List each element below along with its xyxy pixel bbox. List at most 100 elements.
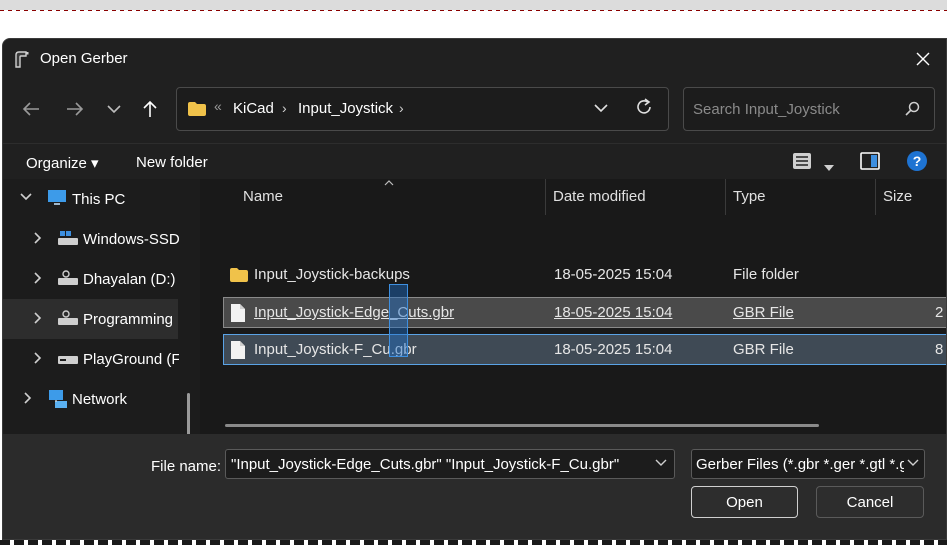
preview-pane-icon	[860, 152, 880, 170]
monitor-icon	[48, 190, 66, 205]
chevron-right-icon[interactable]	[33, 312, 43, 324]
search-placeholder[interactable]: Search Input_Joystick	[693, 101, 840, 118]
open-button[interactable]: Open	[691, 486, 798, 518]
up-button[interactable]	[134, 93, 166, 125]
app-icon	[15, 51, 29, 68]
refresh-button[interactable]	[635, 98, 653, 120]
back-button[interactable]	[15, 93, 47, 125]
sidebar-item-network[interactable]: Network	[3, 379, 178, 419]
file-name-combobox[interactable]: "Input_Joystick-Edge_Cuts.gbr" "Input_Jo…	[225, 449, 675, 479]
sidebar-item-windows-ssd[interactable]: Windows-SSD	[3, 219, 180, 259]
cancel-button[interactable]: Cancel	[816, 486, 924, 518]
file-type: GBR File	[733, 341, 794, 358]
address-history-button[interactable]	[594, 100, 608, 117]
column-header-name[interactable]: Name	[235, 179, 546, 215]
chevron-right-icon[interactable]	[33, 232, 43, 244]
file-date: 18-05-2025 15:04	[554, 304, 673, 321]
table-row-selected[interactable]: Input_Joystick-Edge_Cuts.gbr 18-05-2025 …	[223, 297, 946, 328]
chevron-down-icon[interactable]	[655, 459, 667, 467]
file-date: 18-05-2025 15:04	[554, 266, 673, 283]
folder-icon	[230, 268, 248, 282]
sidebar-item-playground-drive[interactable]: PlayGround (F:	[3, 339, 179, 379]
navigation-pane: This PC Windows-SSD Dhayalan (D:) Progra…	[3, 179, 200, 443]
chevron-down-icon	[907, 459, 919, 466]
change-view-button[interactable]	[792, 152, 812, 174]
breadcrumb-kicad[interactable]: KiCad	[233, 100, 274, 117]
file-size: 2	[935, 304, 944, 321]
organize-menu[interactable]: Organize ▾	[26, 154, 99, 172]
file-name: Input_Joystick-Edge_Cuts.gbr	[254, 304, 455, 321]
sidebar-item-dhayalan-drive[interactable]: Dhayalan (D:)	[3, 259, 178, 299]
svg-text:?: ?	[913, 153, 922, 169]
chevron-right-icon[interactable]	[33, 272, 43, 284]
title-bar: Open Gerber	[3, 39, 946, 79]
chevron-right-icon[interactable]	[33, 352, 43, 364]
breadcrumb-overflow[interactable]: «	[214, 98, 222, 114]
forward-button[interactable]	[59, 93, 91, 125]
table-row[interactable]: Input_Joystick-backups 18-05-2025 15:04 …	[223, 260, 946, 291]
command-bar: Organize ▾ New folder ?	[3, 143, 946, 179]
file-name: Input_Joystick-backups	[254, 266, 410, 283]
caret-down-icon	[824, 165, 834, 171]
column-header-label: Type	[733, 188, 766, 205]
sidebar-item-label: Network	[72, 391, 128, 408]
file-icon	[231, 304, 245, 322]
sidebar-item-this-pc[interactable]: This PC	[3, 179, 178, 219]
chevron-down-icon	[107, 105, 121, 114]
preview-pane-button[interactable]	[860, 152, 880, 174]
arrow-right-icon	[67, 102, 84, 116]
open-button-label: Open	[726, 494, 763, 511]
dialog-footer: File name: "Input_Joystick-Edge_Cuts.gbr…	[3, 434, 946, 539]
refresh-icon	[637, 98, 651, 114]
close-button[interactable]	[908, 45, 938, 73]
drag-selection-rectangle	[389, 284, 408, 357]
file-name-input[interactable]: "Input_Joystick-Edge_Cuts.gbr" "Input_Jo…	[231, 456, 651, 473]
cancel-button-label: Cancel	[846, 494, 894, 511]
column-header-label: Date modified	[553, 188, 646, 205]
breadcrumb-separator[interactable]: ›	[399, 100, 404, 116]
file-type-select[interactable]: Gerber Files (*.gbr *.ger *.gtl *.g	[691, 449, 925, 479]
help-icon: ?	[907, 151, 927, 171]
file-date: 18-05-2025 15:04	[554, 341, 673, 358]
chevron-right-icon[interactable]	[23, 392, 33, 404]
navigation-bar: « KiCad › Input_Joystick › Search Input_…	[3, 85, 946, 133]
file-size: 8	[935, 341, 944, 358]
sidebar-item-label: Windows-SSD	[83, 231, 180, 248]
column-header-size[interactable]: Size	[875, 179, 946, 215]
new-folder-button[interactable]: New folder	[136, 154, 208, 171]
horizontal-scrollbar[interactable]	[225, 424, 819, 427]
sidebar-item-programming[interactable]: Programming	[3, 299, 178, 339]
open-file-dialog: Open Gerber « KiCad › Input_Joystick › S…	[2, 38, 947, 540]
background-grid-line	[0, 10, 947, 11]
background-canvas-bottom	[0, 540, 947, 545]
sidebar-item-label: Programming	[83, 311, 174, 328]
window-title: Open Gerber	[40, 50, 128, 67]
view-options-dropdown[interactable]	[824, 158, 834, 175]
background-canvas-top	[0, 0, 947, 38]
file-type: GBR File	[733, 304, 794, 321]
drive-icon	[58, 231, 78, 245]
breadcrumb-separator[interactable]: ›	[282, 100, 287, 116]
chevron-down-icon[interactable]	[20, 192, 32, 202]
address-bar[interactable]: « KiCad › Input_Joystick ›	[176, 87, 669, 131]
search-box[interactable]: Search Input_Joystick	[683, 87, 935, 131]
table-row-selected[interactable]: Input_Joystick-F_Cu.gbr 18-05-2025 15:04…	[223, 334, 946, 365]
recent-locations-button[interactable]	[98, 93, 130, 125]
sidebar-item-label: PlayGround (F:	[83, 351, 179, 368]
help-button[interactable]: ?	[906, 150, 928, 176]
network-icon	[49, 390, 67, 408]
sidebar-item-label: Dhayalan (D:)	[83, 271, 176, 288]
file-icon	[231, 341, 245, 359]
column-header-date[interactable]: Date modified	[545, 179, 726, 215]
drive-icon	[58, 270, 78, 285]
column-header-label: Size	[883, 188, 913, 205]
search-icon[interactable]	[904, 101, 920, 117]
breadcrumb-input-joystick[interactable]: Input_Joystick	[298, 100, 393, 117]
column-header-type[interactable]: Type	[725, 179, 876, 215]
file-type: File folder	[733, 266, 799, 283]
arrow-up-icon	[143, 100, 157, 117]
details-view-icon	[793, 153, 811, 169]
file-name-label: File name:	[151, 458, 222, 475]
folder-icon	[188, 102, 206, 116]
close-icon	[916, 52, 930, 66]
